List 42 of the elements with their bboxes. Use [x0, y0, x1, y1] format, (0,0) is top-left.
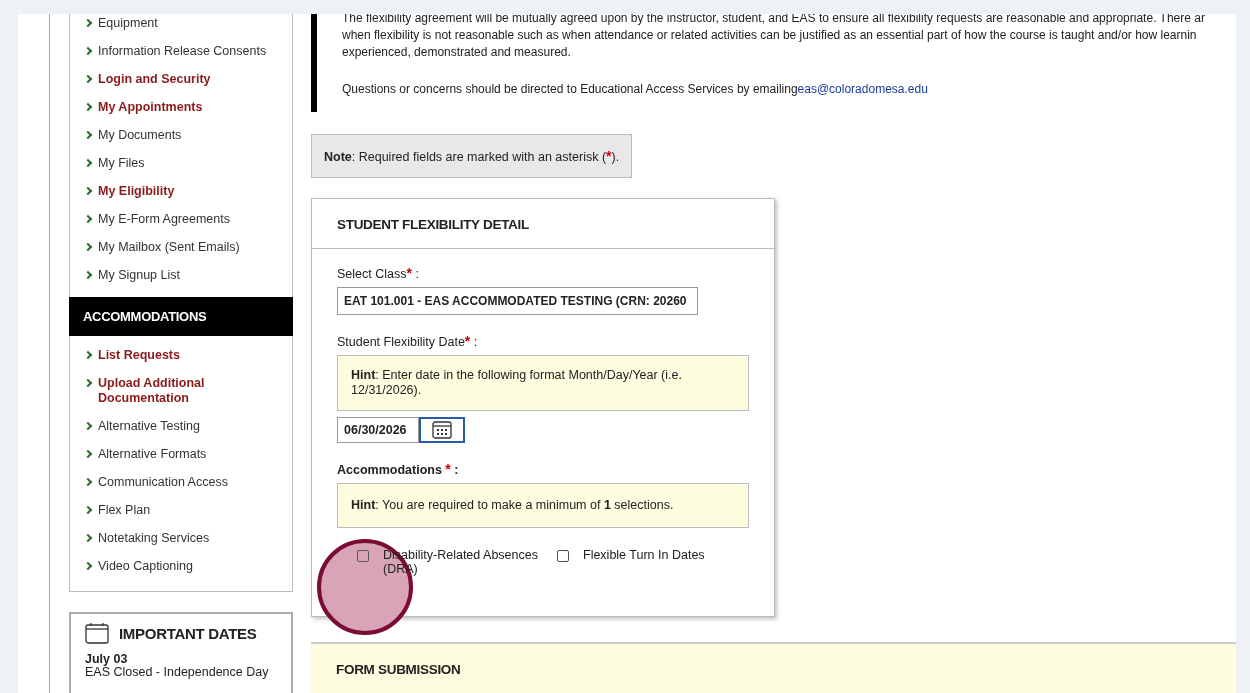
field-label: Select Class* : [337, 265, 420, 281]
checkbox[interactable] [557, 550, 569, 562]
hint-text: Hint: Enter date in the following format Month/Day/Year (i.e. 12/31/2026). [351, 368, 682, 397]
checkbox-label: Flexible Turn In Dates [583, 548, 705, 562]
sidebar-link[interactable]: My Signup List [84, 266, 292, 285]
calendar-button[interactable] [419, 417, 465, 443]
sidebar-link[interactable]: My E-Form Agreements [84, 210, 292, 229]
card-title: STUDENT FLEXIBILITY DETAIL [337, 217, 529, 232]
sidebar-link[interactable]: My Eligibility [84, 182, 292, 201]
email-link[interactable]: eas@coloradomesa.edu [797, 82, 928, 96]
sidebar-link[interactable]: Alternative Testing [84, 417, 292, 436]
panel-title: IMPORTANT DATES [119, 624, 257, 642]
section-header: ACCOMMODATIONS [69, 297, 293, 336]
sidebar-link[interactable]: My Mailbox (Sent Emails) [84, 238, 292, 257]
sidebar-link[interactable]: Login and Security [84, 70, 292, 89]
sidebar-link[interactable]: My Documents [84, 126, 292, 145]
class-select[interactable]: EAT 101.001 - EAS ACCOMMODATED TESTING (CRN: 20260 [337, 287, 698, 315]
sidebar-link[interactable]: My Files [84, 154, 292, 173]
sidebar-link[interactable]: Notetaking Services [84, 529, 292, 548]
sidebar-link[interactable]: Alternative Formats [84, 445, 292, 464]
paragraph-line: The flexibility agreement will be mutually agreed upon by the instructor, student, and EAS to ensure all flexibility requests are reasonable and appropriate. There ar [342, 14, 1206, 27]
sidebar-link[interactable]: Video Captioning [84, 557, 292, 576]
sidebar-link[interactable]: Communication Access [84, 473, 292, 492]
hint-text: Hint: You are required to make a minimum of 1 selections. [351, 498, 674, 512]
calendar-icon [85, 622, 109, 644]
field-label: Student Flexibility Date* : [337, 333, 479, 349]
contact-text: Questions or concerns should be directed to Educational Access Services by emailing [342, 82, 798, 96]
event-name: EAS Closed - Independence Day [85, 666, 270, 679]
date-field[interactable]: 06/30/2026 [337, 417, 419, 443]
sidebar-link[interactable]: Flex Plan [84, 501, 292, 520]
calendar-icon [432, 421, 452, 439]
event-date: July 03 [85, 652, 129, 666]
sidebar-link[interactable]: Information Release Consents [84, 42, 292, 61]
sidebar-link[interactable]: My Appointments [84, 98, 292, 117]
field-label: Accommodations * : [337, 461, 460, 477]
note-text: Note: Required fields are marked with an asterisk (*). [324, 150, 620, 164]
section-title: FORM SUBMISSION [336, 662, 461, 677]
paragraph-line: experienced, demonstrated and measured. [342, 44, 572, 61]
paragraph-line: when flexibility is not reasonable such as when attendance or related activities can be justified as an essential part of how the course is taught and/or how learnin [342, 27, 1198, 44]
sidebar-link[interactable]: List Requests [84, 346, 292, 365]
sidebar-link[interactable]: Equipment [84, 14, 292, 33]
sidebar-link[interactable]: Upload Additional Documentation [84, 374, 292, 408]
